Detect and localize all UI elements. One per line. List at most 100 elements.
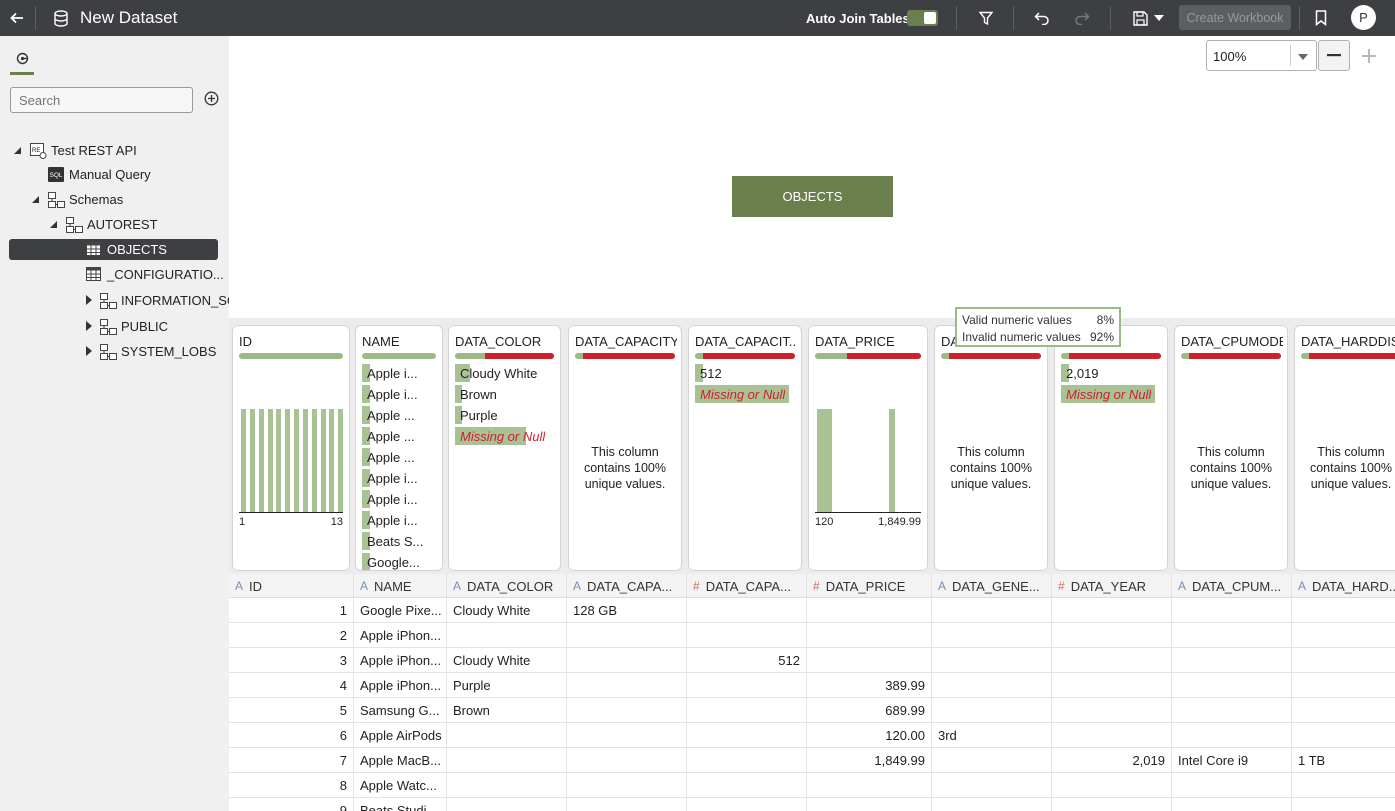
grid-cell[interactable] (1052, 623, 1172, 648)
profile-card[interactable]: DATA_COLOR Cloudy White Brown Purple Missing… (448, 325, 561, 571)
row-id-cell[interactable]: 4 (229, 673, 354, 698)
value-frequency-row[interactable]: Apple ... (362, 448, 438, 466)
grid-cell[interactable]: Google Pixe... (354, 598, 447, 623)
tree-item-schemas[interactable]: Schemas (0, 189, 229, 211)
grid-cell[interactable] (1172, 698, 1292, 723)
grid-cell[interactable] (932, 698, 1052, 723)
collapsed-triangle-icon[interactable] (86, 321, 92, 331)
grid-cell[interactable] (1292, 698, 1395, 723)
grid-cell[interactable] (687, 748, 807, 773)
missing-value-row[interactable]: Missing or Null (455, 427, 556, 445)
value-frequency-row[interactable]: Cloudy White (455, 364, 556, 382)
grid-cell[interactable] (447, 748, 567, 773)
profile-card[interactable]: DATA_HARDDIS... This column contains 100%… (1294, 325, 1395, 571)
grid-cell[interactable] (1052, 648, 1172, 673)
grid-cell[interactable] (1172, 598, 1292, 623)
grid-cell[interactable] (1172, 648, 1292, 673)
grid-cell[interactable] (567, 773, 687, 798)
grid-cell[interactable] (1292, 798, 1395, 811)
value-frequency-row[interactable]: 512 (695, 364, 797, 382)
profile-card[interactable]: DATA_CAPACIT... 512 Missing or Null (688, 325, 802, 571)
grid-cell[interactable] (1172, 773, 1292, 798)
row-id-cell[interactable]: 3 (229, 648, 354, 673)
tree-item-test-rest-api[interactable]: RE Test REST API (0, 140, 229, 162)
missing-value-row[interactable]: Missing or Null (1061, 385, 1163, 403)
grid-cell[interactable] (932, 598, 1052, 623)
row-id-cell[interactable]: 8 (229, 773, 354, 798)
value-frequency-row[interactable]: Apple ... (362, 427, 438, 445)
grid-cell[interactable] (1292, 723, 1395, 748)
column-header[interactable]: A DATA_HARD... (1292, 574, 1395, 597)
tree-item-objects[interactable]: OBJECTS (0, 239, 229, 261)
grid-cell[interactable] (567, 748, 687, 773)
grid-cell[interactable] (447, 723, 567, 748)
grid-cell[interactable] (1052, 598, 1172, 623)
grid-cell[interactable] (932, 773, 1052, 798)
value-frequency-row[interactable]: Apple i... (362, 469, 438, 487)
grid-cell[interactable]: Intel Core i9 (1172, 748, 1292, 773)
zoom-select[interactable]: 100% (1206, 40, 1317, 71)
grid-cell[interactable] (807, 598, 932, 623)
grid-cell[interactable] (807, 798, 932, 811)
grid-cell[interactable] (1052, 773, 1172, 798)
collapsed-triangle-icon[interactable] (86, 295, 92, 305)
grid-cell[interactable] (807, 623, 932, 648)
grid-cell[interactable]: Cloudy White (447, 598, 567, 623)
expanded-triangle-icon[interactable] (32, 196, 39, 203)
grid-cell[interactable]: 3rd (932, 723, 1052, 748)
grid-cell[interactable]: 1,849.99 (807, 748, 932, 773)
grid-cell[interactable] (807, 773, 932, 798)
row-id-cell[interactable]: 9 (229, 798, 354, 811)
profile-card[interactable]: DATA_CAPACITY This column contains 100% u… (568, 325, 682, 571)
grid-cell[interactable]: Apple Watc... (354, 773, 447, 798)
expanded-triangle-icon[interactable] (50, 221, 57, 228)
profile-card[interactable]: DATA_PRICE 120 1,849.99 (808, 325, 928, 571)
grid-cell[interactable] (932, 748, 1052, 773)
grid-cell[interactable] (447, 623, 567, 648)
grid-cell[interactable]: Cloudy White (447, 648, 567, 673)
value-frequency-row[interactable]: Purple (455, 406, 556, 424)
filter-button[interactable] (975, 0, 997, 36)
tree-item-configuratio[interactable]: _CONFIGURATIO... (0, 264, 229, 286)
column-header[interactable]: # DATA_PRICE (807, 574, 932, 597)
value-frequency-row[interactable]: 2,019 (1061, 364, 1163, 382)
grid-cell[interactable]: Apple MacB... (354, 748, 447, 773)
grid-cell[interactable] (1172, 673, 1292, 698)
grid-cell[interactable] (687, 698, 807, 723)
grid-cell[interactable] (1052, 698, 1172, 723)
tree-item-autorest[interactable]: AUTOREST (0, 214, 229, 236)
grid-cell[interactable] (1052, 723, 1172, 748)
grid-cell[interactable]: 512 (687, 648, 807, 673)
row-id-cell[interactable]: 6 (229, 723, 354, 748)
column-header[interactable]: # DATA_YEAR (1052, 574, 1172, 597)
column-header[interactable]: A DATA_CAPA... (567, 574, 687, 597)
value-frequency-row[interactable]: Google... (362, 553, 438, 570)
grid-cell[interactable] (1292, 598, 1395, 623)
grid-cell[interactable] (567, 623, 687, 648)
create-workbook-button[interactable]: Create Workbook (1179, 5, 1291, 30)
grid-cell[interactable] (932, 648, 1052, 673)
back-button[interactable] (0, 0, 34, 36)
column-header[interactable]: A ID (229, 574, 354, 597)
grid-cell[interactable]: 2,019 (1052, 748, 1172, 773)
profile-card[interactable]: ID 1 13 (232, 325, 350, 571)
grid-cell[interactable] (1172, 723, 1292, 748)
value-frequency-row[interactable]: Apple i... (362, 364, 438, 382)
grid-cell[interactable] (932, 798, 1052, 811)
grid-cell[interactable] (567, 673, 687, 698)
row-id-cell[interactable]: 5 (229, 698, 354, 723)
grid-cell[interactable]: Brown (447, 698, 567, 723)
avatar[interactable]: P (1351, 5, 1376, 30)
grid-cell[interactable] (1292, 648, 1395, 673)
grid-cell[interactable] (1052, 673, 1172, 698)
grid-cell[interactable] (1172, 623, 1292, 648)
grid-cell[interactable]: Beats Studi... (354, 798, 447, 811)
add-source-button[interactable] (203, 90, 219, 106)
data-sources-tab[interactable] (10, 44, 34, 75)
grid-cell[interactable] (567, 698, 687, 723)
grid-cell[interactable] (567, 798, 687, 811)
row-id-cell[interactable]: 7 (229, 748, 354, 773)
grid-cell[interactable]: 120.00 (807, 723, 932, 748)
grid-cell[interactable] (1292, 773, 1395, 798)
grid-cell[interactable]: Apple iPhon... (354, 623, 447, 648)
